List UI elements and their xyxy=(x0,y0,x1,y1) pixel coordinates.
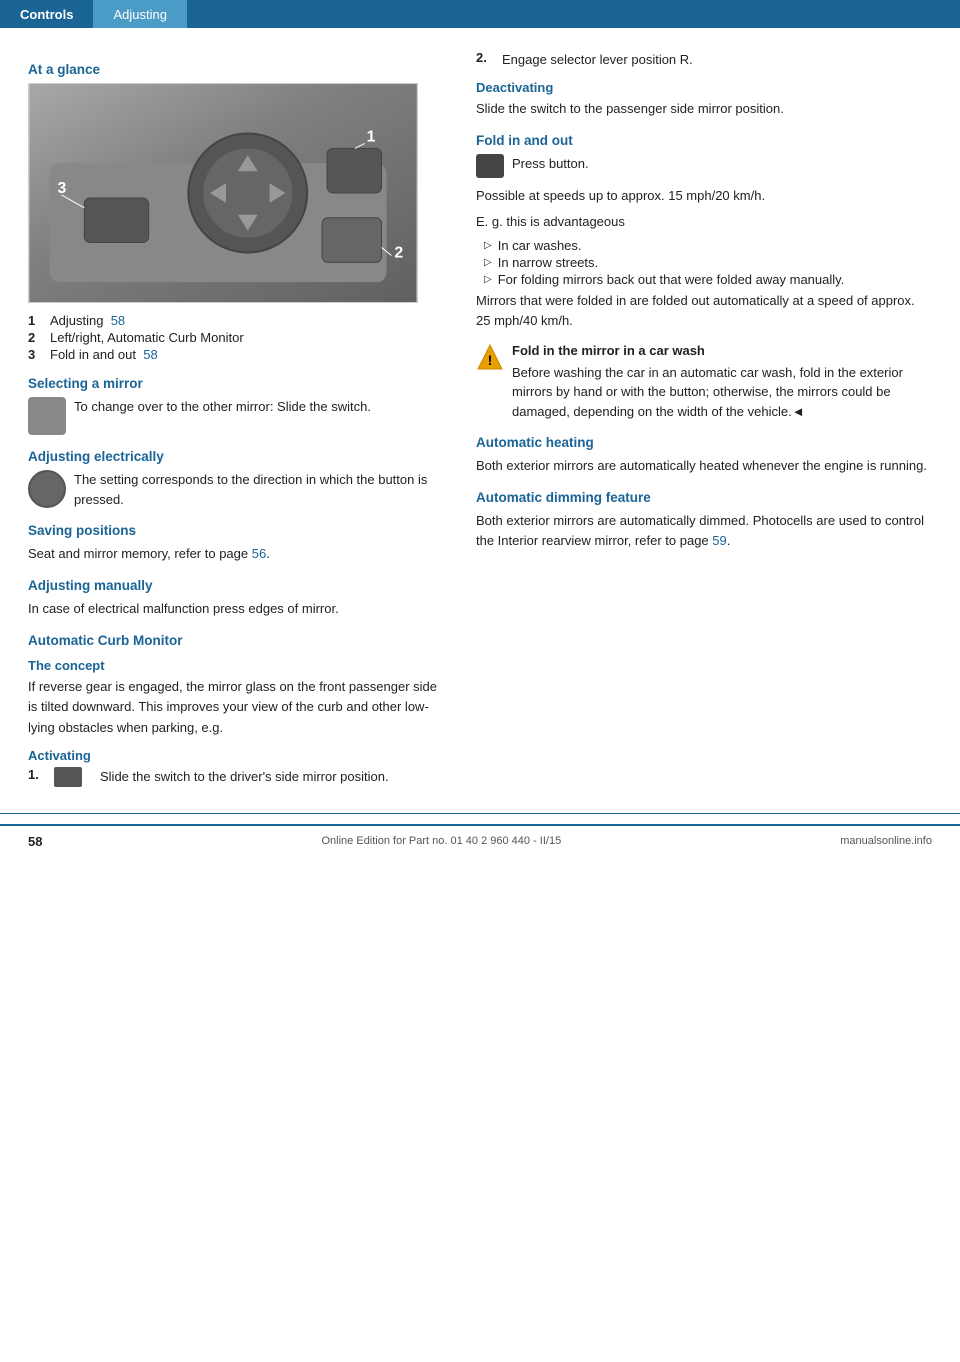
auto-dimming-link[interactable]: 59 xyxy=(712,533,726,548)
deactivating-heading: Deactivating xyxy=(476,80,932,95)
step-2-row: 2. Engage selector lever position R. xyxy=(476,50,932,70)
warning-box: ! Fold in the mirror in a car wash Befor… xyxy=(476,341,932,421)
concept-text: If reverse gear is engaged, the mirror g… xyxy=(28,677,448,737)
fold-possible-text: Possible at speeds up to approx. 15 mph/… xyxy=(476,186,932,206)
tab-controls[interactable]: Controls xyxy=(0,0,93,28)
svg-text:3: 3 xyxy=(58,180,67,197)
list-text-3: Fold in and out 58 xyxy=(50,347,158,362)
auto-dimming-text: Both exterior mirrors are automatically … xyxy=(476,511,932,551)
fold-press-text: Press button. xyxy=(512,154,932,174)
step-2-num: 2. xyxy=(476,50,492,65)
saving-text: Seat and mirror memory, refer to page 56… xyxy=(28,544,448,564)
concept-heading: The concept xyxy=(28,658,448,673)
mirror-image: 1 2 3 xyxy=(28,83,418,303)
selecting-heading: Selecting a mirror xyxy=(28,376,448,391)
page-footer: 58 Online Edition for Part no. 01 40 2 9… xyxy=(0,824,960,857)
activating-heading: Activating xyxy=(28,748,448,763)
auto-curb-heading: Automatic Curb Monitor xyxy=(28,633,448,648)
list-item-3: 3 Fold in and out 58 xyxy=(28,347,448,362)
saving-text-span: Seat and mirror memory, refer to page xyxy=(28,546,248,561)
warning-body: Before washing the car in an automatic c… xyxy=(512,365,903,419)
link-fold[interactable]: 58 xyxy=(143,347,157,362)
fold-heading: Fold in and out xyxy=(476,133,932,148)
footer-divider xyxy=(0,813,960,814)
fold-mirrors-text: Mirrors that were folded in are folded o… xyxy=(476,291,932,331)
fold-eg-text: E. g. this is advantageous xyxy=(476,212,932,232)
list-text-1: Adjusting 58 xyxy=(50,313,125,328)
adjusting-elec-heading: Adjusting electrically xyxy=(28,449,448,464)
fold-bullet-1: In car washes. xyxy=(476,238,932,253)
fold-press-row: Press button. xyxy=(476,154,932,178)
adjusting-elec-text: The setting corresponds to the direction… xyxy=(74,470,448,509)
step-1-text: Slide the switch to the driver's side mi… xyxy=(100,767,448,787)
list-num-3: 3 xyxy=(28,347,44,362)
footer-right: manualsonline.info xyxy=(840,835,932,847)
footer-center: Online Edition for Part no. 01 40 2 960 … xyxy=(322,835,562,847)
fold-bullet-3: For folding mirrors back out that were f… xyxy=(476,272,932,287)
warning-title: Fold in the mirror in a car wash xyxy=(512,341,932,361)
at-a-glance-heading: At a glance xyxy=(28,62,448,77)
adjusting-manually-text: In case of electrical malfunction press … xyxy=(28,599,448,619)
svg-text:2: 2 xyxy=(394,244,403,261)
list-item-2: 2 Left/right, Automatic Curb Monitor xyxy=(28,330,448,345)
dial-icon xyxy=(28,470,66,508)
adjusting-manually-heading: Adjusting manually xyxy=(28,578,448,593)
saving-link[interactable]: 56 xyxy=(252,546,266,561)
warning-icon: ! xyxy=(476,343,504,371)
page-header: Controls Adjusting xyxy=(0,0,960,28)
step-1-row: 1. Slide the switch to the driver's side… xyxy=(28,767,448,787)
list-item-1: 1 Adjusting 58 xyxy=(28,313,448,328)
svg-text:1: 1 xyxy=(367,128,376,145)
selecting-row: To change over to the other mirror: Slid… xyxy=(28,397,448,435)
list-text-2: Left/right, Automatic Curb Monitor xyxy=(50,330,244,345)
auto-dimming-dot: . xyxy=(727,533,731,548)
fold-button-icon xyxy=(476,154,504,178)
svg-text:!: ! xyxy=(488,352,493,368)
tab-adjusting[interactable]: Adjusting xyxy=(93,0,186,28)
main-content: At a glance xyxy=(0,28,960,813)
page-number: 58 xyxy=(28,834,42,849)
step-2-text: Engage selector lever position R. xyxy=(502,50,932,70)
step-1-num: 1. xyxy=(28,767,44,782)
fold-bullets: In car washes. In narrow streets. For fo… xyxy=(476,238,932,287)
numbered-list: 1 Adjusting 58 2 Left/right, Automatic C… xyxy=(28,313,448,362)
list-num-1: 1 xyxy=(28,313,44,328)
link-adjusting[interactable]: 58 xyxy=(111,313,125,328)
saving-dot: . xyxy=(266,546,270,561)
step1-switch-icon xyxy=(54,767,82,787)
auto-heating-text: Both exterior mirrors are automatically … xyxy=(476,456,932,476)
deactivating-text: Slide the switch to the passenger side m… xyxy=(476,99,932,119)
auto-dimming-span: Both exterior mirrors are automatically … xyxy=(476,513,924,548)
fold-bullet-2: In narrow streets. xyxy=(476,255,932,270)
auto-dimming-heading: Automatic dimming feature xyxy=(476,490,932,505)
left-column: At a glance xyxy=(28,48,448,793)
saving-heading: Saving positions xyxy=(28,523,448,538)
auto-heating-heading: Automatic heating xyxy=(476,435,932,450)
right-column: 2. Engage selector lever position R. Dea… xyxy=(476,48,932,793)
adjusting-elec-row: The setting corresponds to the direction… xyxy=(28,470,448,509)
warning-text-block: Fold in the mirror in a car wash Before … xyxy=(512,341,932,421)
selecting-text: To change over to the other mirror: Slid… xyxy=(74,397,448,417)
list-num-2: 2 xyxy=(28,330,44,345)
switch-icon xyxy=(28,397,66,435)
